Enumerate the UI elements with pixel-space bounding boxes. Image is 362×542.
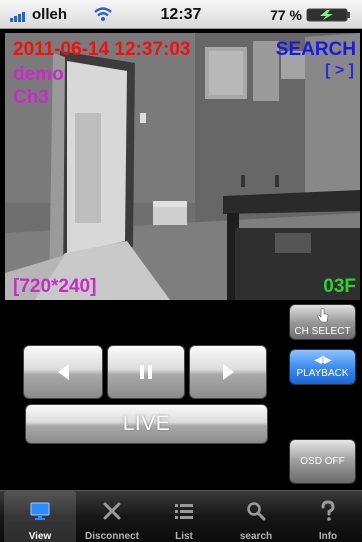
previous-button[interactable] bbox=[23, 345, 103, 399]
tab-disconnect[interactable]: Disconnect bbox=[76, 491, 148, 542]
monitor-icon bbox=[30, 502, 50, 520]
hand-pointer-icon bbox=[316, 307, 328, 322]
search-icon bbox=[247, 502, 266, 521]
previous-icon bbox=[57, 364, 69, 380]
camera-view[interactable]: 2011-06-14 12:37:03 SEARCH [ > ] demo Ch… bbox=[5, 33, 360, 300]
resolution-overlay: [720*240] bbox=[13, 276, 97, 297]
tab-view[interactable]: View bbox=[4, 491, 76, 542]
next-icon bbox=[222, 364, 234, 380]
playback-button[interactable]: ◀‖▶ PLAYBACK bbox=[289, 349, 356, 385]
tab-label: search bbox=[239, 531, 273, 542]
playback-controls: LIVE CH SELECT ◀‖▶ PLAYBACK OSD OFF bbox=[0, 300, 362, 490]
tab-label: View bbox=[28, 531, 52, 542]
tab-label: List bbox=[175, 531, 193, 542]
question-icon bbox=[321, 500, 335, 521]
osd-off-button[interactable]: OSD OFF bbox=[289, 439, 356, 484]
tab-list[interactable]: List bbox=[148, 491, 220, 542]
ch-select-button[interactable]: CH SELECT bbox=[289, 304, 356, 340]
pause-button[interactable] bbox=[107, 345, 185, 399]
ch-select-label: CH SELECT bbox=[294, 325, 351, 337]
tab-bar: View Disconnect List search Info bbox=[0, 490, 362, 542]
battery-percent: 77 % bbox=[270, 7, 302, 23]
tab-info[interactable]: Info bbox=[292, 491, 362, 542]
live-button[interactable]: LIVE bbox=[25, 404, 268, 444]
tab-label: Info bbox=[318, 531, 338, 542]
disconnect-icon bbox=[103, 502, 121, 520]
frame-overlay: 03F bbox=[323, 276, 356, 297]
next-button[interactable] bbox=[189, 345, 267, 399]
playback-icon: ◀‖▶ bbox=[314, 355, 331, 366]
list-icon bbox=[175, 504, 193, 519]
site-name-overlay: demo bbox=[13, 64, 64, 85]
timestamp-overlay: 2011-06-14 12:37:03 bbox=[13, 39, 191, 60]
battery-charging-icon bbox=[306, 8, 350, 22]
mode-overlay: SEARCH bbox=[275, 39, 356, 60]
tab-search[interactable]: search bbox=[220, 491, 292, 542]
status-bar: olleh 12:37 77 % bbox=[0, 0, 362, 29]
next-page-indicator[interactable]: [ > ] bbox=[325, 63, 354, 79]
channel-overlay: Ch3 bbox=[13, 87, 49, 108]
pause-icon bbox=[140, 365, 152, 379]
playback-label: PLAYBACK bbox=[296, 368, 349, 379]
tab-label: Disconnect bbox=[85, 531, 139, 542]
